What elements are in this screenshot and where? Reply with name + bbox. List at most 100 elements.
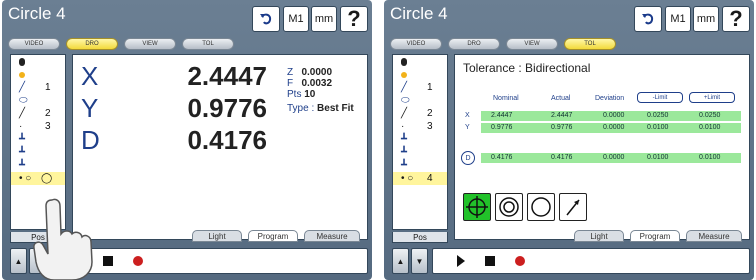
circularity-icon xyxy=(531,197,551,217)
record-icon[interactable] xyxy=(133,256,143,266)
list-item[interactable]: ┻ xyxy=(11,159,65,172)
concentricity-button[interactable] xyxy=(495,193,523,221)
row-axis-y: Y xyxy=(465,124,470,131)
program-controls xyxy=(432,248,750,274)
tab-tol[interactable]: TOL xyxy=(182,38,234,50)
tab-tol[interactable]: TOL xyxy=(564,38,616,50)
axis-label-d: D xyxy=(81,124,100,155)
list-item[interactable]: · 3 xyxy=(393,120,447,133)
pos-tab[interactable]: Pos xyxy=(392,232,448,243)
table-row: 0.9776 0.9776 0.0000 0.0100 0.0100 xyxy=(481,123,741,133)
m1-button[interactable]: M1 xyxy=(283,6,309,32)
tab-program[interactable]: Program xyxy=(248,230,298,242)
probe-icon xyxy=(19,57,25,66)
datum-icon: ┻ xyxy=(401,147,408,158)
list-item[interactable] xyxy=(11,55,65,68)
list-item-selected[interactable]: • ○ 4 xyxy=(393,172,447,185)
list-item[interactable]: ┻ xyxy=(11,133,65,146)
units-button[interactable]: mm xyxy=(693,6,719,32)
datum-icon: ┻ xyxy=(19,134,26,145)
list-item[interactable] xyxy=(393,55,447,68)
tab-dro[interactable]: DRO xyxy=(66,38,118,50)
list-item[interactable]: ┻ xyxy=(11,146,65,159)
scroll-up-button[interactable]: ▲ xyxy=(10,248,27,274)
units-button[interactable]: mm xyxy=(311,6,337,32)
tab-measure[interactable]: Measure xyxy=(686,230,742,242)
z-readout: Z 0.0000 xyxy=(287,67,333,78)
undo-icon xyxy=(642,13,654,25)
list-item-selected[interactable]: • ○ ◯ xyxy=(11,172,65,185)
stop-icon[interactable] xyxy=(103,256,113,266)
play-icon[interactable] xyxy=(457,255,465,267)
tab-view[interactable]: VIEW xyxy=(124,38,176,50)
datum-icon: ┻ xyxy=(19,147,26,158)
datum-icon: ┻ xyxy=(19,160,26,171)
tab-dro[interactable]: DRO xyxy=(448,38,500,50)
scroll-up-button[interactable]: ▲ xyxy=(392,248,409,274)
datum-icon: ┻ xyxy=(401,134,408,145)
undo-button[interactable] xyxy=(252,6,280,32)
undo-icon xyxy=(260,13,272,25)
axis-value-d: 0.4176 xyxy=(187,124,267,155)
up-arrow-icon: ▲ xyxy=(396,256,405,266)
tab-light[interactable]: Light xyxy=(574,230,624,242)
tab-view[interactable]: VIEW xyxy=(506,38,558,50)
tab-measure[interactable]: Measure xyxy=(304,230,360,242)
list-item[interactable]: ⬭ xyxy=(11,94,65,107)
scroll-down-button[interactable]: ▼ xyxy=(411,248,428,274)
tab-program[interactable]: Program xyxy=(630,230,680,242)
help-button[interactable]: ? xyxy=(722,6,750,32)
f-readout: F 0.0032 xyxy=(287,78,333,89)
record-icon[interactable] xyxy=(515,256,525,266)
list-item[interactable]: ⬭ xyxy=(393,94,447,107)
minus-limit-header[interactable]: -Limit xyxy=(637,92,683,103)
list-item[interactable]: ╱ 2 xyxy=(393,107,447,120)
list-item[interactable]: ╱ 2 xyxy=(11,107,65,120)
up-arrow-icon: ▲ xyxy=(14,256,23,266)
list-item[interactable]: ╱ 1 xyxy=(11,81,65,94)
row-axis-d[interactable]: D xyxy=(461,151,475,165)
list-item[interactable]: ┻ xyxy=(393,133,447,146)
tolerance-screen: Circle 4 M1 mm ? VIDEO DRO VIEW TOL ╱ 1 ⬭… xyxy=(384,0,754,280)
list-item[interactable]: ┻ xyxy=(393,146,447,159)
table-row: 0.4176 0.4176 0.0000 0.0100 0.0100 xyxy=(481,153,741,163)
probe-icon xyxy=(401,57,407,66)
runout-button[interactable] xyxy=(559,193,587,221)
undo-button[interactable] xyxy=(634,6,662,32)
tab-video[interactable]: VIDEO xyxy=(8,38,60,50)
tab-light[interactable]: Light xyxy=(192,230,242,242)
axis-value-y: 0.9776 xyxy=(187,92,267,123)
axis-label-x: X xyxy=(81,60,99,91)
list-item[interactable] xyxy=(393,68,447,81)
m1-button[interactable]: M1 xyxy=(665,6,691,32)
position-tolerance-button[interactable] xyxy=(463,193,491,221)
dro-screen: Circle 4 M1 mm ? VIDEO DRO VIEW TOL ╱ 1 ⬭… xyxy=(2,0,372,280)
feature-list: ╱ 1 ⬭ ╱ 2 · 3 ┻ ┻ ┻ • ○ 4 xyxy=(392,54,448,230)
slot-icon: ⬭ xyxy=(401,95,410,106)
tolerance-title: Tolerance : Bidirectional xyxy=(463,61,591,75)
tab-video[interactable]: VIDEO xyxy=(390,38,442,50)
tolerance-display: Tolerance : Bidirectional Nominal Actual… xyxy=(454,54,750,240)
position-tolerance-icon xyxy=(466,196,488,218)
circularity-button[interactable] xyxy=(527,193,555,221)
list-item[interactable]: ╱ 1 xyxy=(393,81,447,94)
datum-icon: ┻ xyxy=(401,160,408,171)
list-item[interactable]: · 3 xyxy=(11,120,65,133)
table-row: 2.4447 2.4447 0.0000 0.0250 0.0250 xyxy=(481,111,741,121)
circle-icon: • ○ xyxy=(19,173,32,184)
line-icon: ╱ xyxy=(19,82,26,93)
help-button[interactable]: ? xyxy=(340,6,368,32)
pointing-hand-icon xyxy=(33,198,93,280)
dro-display: X 2.4447 Y 0.9776 D 0.4176 Z 0.0000 F 0.… xyxy=(72,54,368,240)
slot-icon: ⬭ xyxy=(19,95,28,106)
list-item[interactable]: ┻ xyxy=(393,159,447,172)
point-icon: · xyxy=(401,121,405,132)
points-count: Pts 10 xyxy=(287,89,316,100)
list-item[interactable] xyxy=(11,68,65,81)
row-axis-x: X xyxy=(465,112,470,119)
fit-type: Type : Best Fit xyxy=(287,103,354,114)
stop-icon[interactable] xyxy=(485,256,495,266)
plus-limit-header[interactable]: +Limit xyxy=(689,92,735,103)
point-icon xyxy=(401,71,407,78)
feature-title: Circle 4 xyxy=(390,4,448,23)
